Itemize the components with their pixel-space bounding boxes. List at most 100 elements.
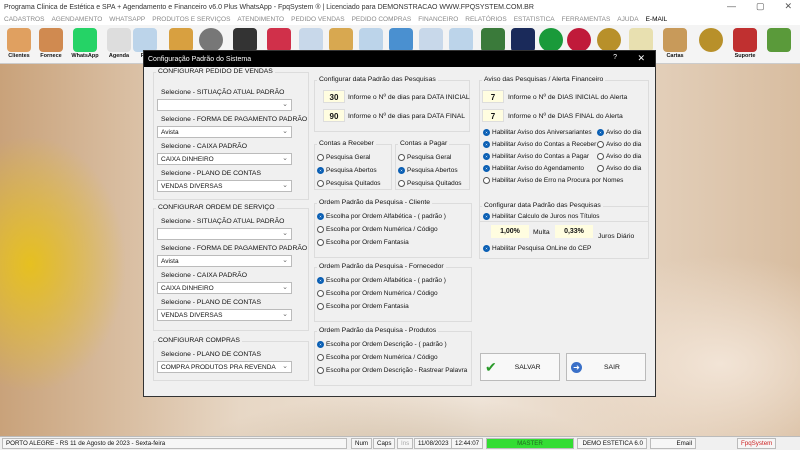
- radio-indicator: [398, 154, 405, 161]
- os-select-3[interactable]: CAIXA DINHEIRO ⌄: [157, 282, 292, 294]
- menu-agendamento[interactable]: AGENDAMENTO: [51, 16, 102, 23]
- multa-label: Multa: [533, 229, 550, 236]
- os-select-4-value: VENDAS DIVERSAS: [161, 312, 223, 319]
- compras-select-1[interactable]: COMPRA PRODUTOS PRA REVENDA ⌄: [157, 361, 292, 373]
- minimize-button[interactable]: —: [727, 1, 736, 12]
- data-final-input[interactable]: 90: [323, 109, 345, 122]
- sair-button[interactable]: ➜ SAIR: [566, 353, 646, 381]
- radio-indicator: [483, 177, 490, 184]
- chevron-down-icon: ⌄: [282, 257, 288, 264]
- cartas-button[interactable]: Cartas: [660, 28, 690, 61]
- receber-opt-2[interactable]: Pesquisa Quitados: [317, 180, 381, 187]
- coin-2-icon[interactable]: [696, 28, 726, 61]
- dialog-close-button[interactable]: ✕: [637, 53, 645, 64]
- cliente-opt-2[interactable]: Escolha por Ordem Fantasia: [317, 239, 409, 246]
- status-email[interactable]: Email: [650, 438, 696, 449]
- alerta-final-label: Informe o Nº de DIAS FINAL do Alerta: [508, 113, 623, 120]
- aviso-dia-3[interactable]: Aviso do dia: [597, 165, 641, 172]
- aviso-opt-2[interactable]: Habilitar Aviso do Contas a Pagar: [483, 153, 589, 160]
- produtos-opt-1[interactable]: Escolha por Ordem Numérica / Código: [317, 354, 438, 361]
- suporte-button[interactable]: Suporte: [730, 28, 760, 61]
- chevron-down-icon: ⌄: [282, 128, 288, 135]
- aviso-dia-0[interactable]: Aviso do dia: [597, 129, 641, 136]
- vendas-label-2: Selecione - FORMA DE PAGAMENTO PADRÃO: [161, 116, 308, 123]
- data-inicial-input[interactable]: 30: [323, 90, 345, 103]
- os-label-2: Selecione - FORMA DE PAGAMENTO PADRÃO: [161, 245, 308, 252]
- juros-input[interactable]: 0,33%: [555, 225, 593, 238]
- chevron-down-icon: ⌄: [282, 182, 288, 189]
- vendas-select-1[interactable]: ⌄: [157, 99, 292, 111]
- receber-opt-0[interactable]: Pesquisa Geral: [317, 154, 370, 161]
- status-date: 11/08/2023: [414, 438, 453, 449]
- salvar-label: SALVAR: [514, 363, 541, 371]
- menu-pedido-vendas[interactable]: PEDIDO VENDAS: [291, 16, 344, 23]
- menu-relat-rios[interactable]: RELATÓRIOS: [465, 16, 506, 23]
- vendas-select-2[interactable]: Avista ⌄: [157, 126, 292, 138]
- pagar-opt-1[interactable]: Pesquisa Abertos: [398, 167, 458, 174]
- radio-indicator: [483, 141, 490, 148]
- data-final-label: Informe o Nº de dias para DATA FINAL: [348, 113, 466, 120]
- produtos-opt-0[interactable]: Escolha por Ordem Descrição - ( padrão ): [317, 341, 447, 348]
- aviso-opt-4[interactable]: Habilitar Aviso de Erro na Procura por N…: [483, 177, 623, 184]
- menu-financeiro[interactable]: FINANCEIRO: [418, 16, 458, 23]
- os-select-2[interactable]: Avista ⌄: [157, 255, 292, 267]
- os-select-1[interactable]: ⌄: [157, 228, 292, 240]
- cep-opt[interactable]: Habilitar Pesquisa OnLine do CEP: [483, 245, 591, 252]
- check-icon: ✔: [485, 358, 497, 375]
- pagar-opt-1-label: Pesquisa Abertos: [407, 167, 458, 174]
- menu-atendimento[interactable]: ATENDIMENTO: [237, 16, 284, 23]
- menu-ferramentas[interactable]: FERRAMENTAS: [562, 16, 611, 23]
- os-label-1: Selecione - SITUAÇÃO ATUAL PADRÃO: [161, 218, 285, 225]
- cliente-opt-0[interactable]: Escolha por Ordem Alfabética - ( padrão …: [317, 213, 446, 220]
- menu-e-mail[interactable]: E-MAIL: [646, 16, 668, 23]
- vendas-select-3[interactable]: CAIXA DINHEIRO ⌄: [157, 153, 292, 165]
- aviso-opt-1[interactable]: Habilitar Aviso do Contas a Receber: [483, 141, 596, 148]
- vendas-group-title: CONFIGURAR PEDIDO DE VENDAS: [156, 68, 275, 75]
- clientes-button[interactable]: Clientes: [4, 28, 34, 61]
- fornecedor-group-title: Ordem Padrão da Pesquisa - Fornecedor: [317, 263, 446, 270]
- receber-opt-1[interactable]: Pesquisa Abertos: [317, 167, 377, 174]
- aviso-dia-1[interactable]: Aviso do dia: [597, 141, 641, 148]
- multa-input[interactable]: 1,00%: [491, 225, 529, 238]
- help-button[interactable]: ?: [613, 54, 617, 61]
- alerta-final-input[interactable]: 7: [482, 109, 504, 122]
- maximize-button[interactable]: ▢: [756, 1, 765, 12]
- cliente-opt-1[interactable]: Escolha por Ordem Numérica / Código: [317, 226, 438, 233]
- menu-pedido-compras[interactable]: PEDIDO COMPRAS: [352, 16, 412, 23]
- os-select-4[interactable]: VENDAS DIVERSAS ⌄: [157, 309, 292, 321]
- agenda-label: Agenda: [108, 53, 130, 59]
- status-brand: FpqSystem: [737, 438, 777, 449]
- vendas-label-3: Selecione - CAIXA PADRÃO: [161, 143, 248, 150]
- data-inicial-label: Informe o Nº de dias para DATA INICIAL: [348, 94, 470, 101]
- juros-calc[interactable]: Habilitar Calculo de Juros nos Títulos: [483, 213, 600, 220]
- radio-indicator: [317, 341, 324, 348]
- exit-icon[interactable]: [764, 28, 794, 61]
- vendas-label-1: Selecione - SITUAÇÃO ATUAL PADRÃO: [161, 89, 285, 96]
- whatsapp-button[interactable]: WhatsApp: [70, 28, 100, 61]
- compras-select-1-value: COMPRA PRODUTOS PRA REVENDA: [161, 364, 276, 371]
- salvar-button[interactable]: ✔ SALVAR: [480, 353, 560, 381]
- fornecedor-opt-0[interactable]: Escolha por Ordem Alfabética - ( padrão …: [317, 277, 446, 284]
- pagar-opt-0[interactable]: Pesquisa Geral: [398, 154, 451, 161]
- fornecedor-opt-2[interactable]: Escolha por Ordem Fantasia: [317, 303, 409, 310]
- aviso-opt-2-label: Habilitar Aviso do Contas a Pagar: [492, 153, 590, 160]
- fornece-button[interactable]: Fornece: [36, 28, 66, 61]
- vendas-select-4[interactable]: VENDAS DIVERSAS ⌄: [157, 180, 292, 192]
- aviso-opt-3[interactable]: Habilitar Aviso do Agendamento: [483, 165, 584, 172]
- pagar-opt-2[interactable]: Pesquisa Quitados: [398, 180, 462, 187]
- alerta-inicial-input[interactable]: 7: [482, 90, 504, 103]
- menu-ajuda[interactable]: AJUDA: [617, 16, 638, 23]
- close-button[interactable]: ✕: [784, 1, 792, 12]
- produtos-opt-2[interactable]: Escolha por Ordem Descrição - Rastrear P…: [317, 367, 467, 374]
- aviso-dia-2[interactable]: Aviso do dia: [597, 153, 641, 160]
- menu-produtos-e-servi-os[interactable]: PRODUTOS E SERVIÇOS: [152, 16, 230, 23]
- menu-whatsapp[interactable]: WHATSAPP: [109, 16, 145, 23]
- radio-indicator: [317, 290, 324, 297]
- aviso-opt-0[interactable]: Habilitar Aviso dos Aniversariantes: [483, 129, 592, 136]
- fornecedor-opt-1[interactable]: Escolha por Ordem Numérica / Código: [317, 290, 438, 297]
- radio-indicator: [483, 245, 490, 252]
- chevron-down-icon: ⌄: [282, 155, 288, 162]
- menu-cadastros[interactable]: CADASTROS: [4, 16, 44, 23]
- menu-estatistica[interactable]: ESTATISTICA: [514, 16, 555, 23]
- cep-opt-label: Habilitar Pesquisa OnLine do CEP: [492, 245, 592, 252]
